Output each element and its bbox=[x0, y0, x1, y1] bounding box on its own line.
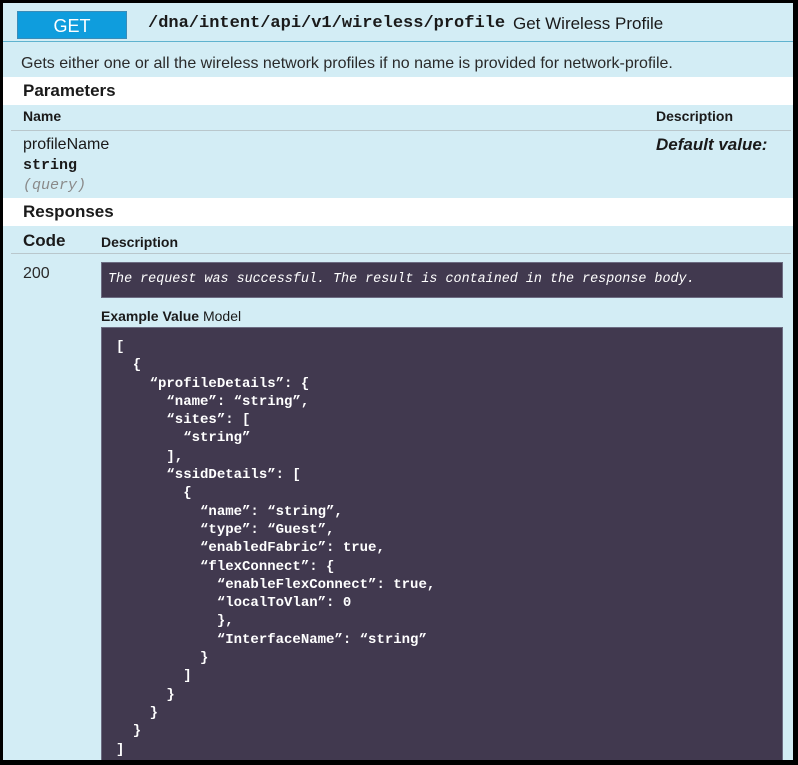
parameters-section-header: Parameters bbox=[3, 77, 793, 105]
response-code-column-header: Code bbox=[23, 231, 66, 250]
operation-description: Gets either one or all the wireless netw… bbox=[21, 55, 673, 72]
param-default-value: Default value: bbox=[656, 135, 768, 154]
response-description-box: The request was successful. The result i… bbox=[101, 262, 783, 298]
param-type: string bbox=[23, 157, 78, 174]
param-name-column-header: Name bbox=[23, 108, 62, 124]
example-value-tab[interactable]: Example Value bbox=[101, 308, 199, 324]
parameters-title: Parameters bbox=[23, 81, 116, 100]
response-description-column-header: Description bbox=[101, 234, 179, 250]
param-location: (query) bbox=[23, 177, 87, 194]
method-badge: GET bbox=[17, 11, 127, 39]
endpoint-path: /dna/intent/api/v1/wireless/profile bbox=[148, 14, 506, 33]
responses-section-header: Responses bbox=[3, 198, 793, 226]
operation-summary: Get Wireless Profile bbox=[513, 14, 664, 33]
divider bbox=[11, 253, 791, 254]
operation-panel: GET /dna/intent/api/v1/wireless/profile … bbox=[3, 3, 793, 760]
param-name: profileName bbox=[23, 136, 110, 153]
divider bbox=[11, 130, 791, 131]
param-description-column-header: Description bbox=[656, 108, 734, 124]
example-json: [ { “profileDetails”: { “name”: “string”… bbox=[116, 339, 436, 758]
operation-header[interactable]: GET /dna/intent/api/v1/wireless/profile … bbox=[3, 3, 793, 42]
response-code: 200 bbox=[23, 265, 50, 282]
model-tab[interactable]: Model bbox=[203, 308, 241, 324]
response-description: The request was successful. The result i… bbox=[108, 272, 695, 287]
example-tabs: Example Value Model bbox=[101, 308, 241, 324]
example-value-code-block[interactable]: [ { “profileDetails”: { “name”: “string”… bbox=[101, 327, 783, 760]
responses-title: Responses bbox=[23, 202, 114, 221]
